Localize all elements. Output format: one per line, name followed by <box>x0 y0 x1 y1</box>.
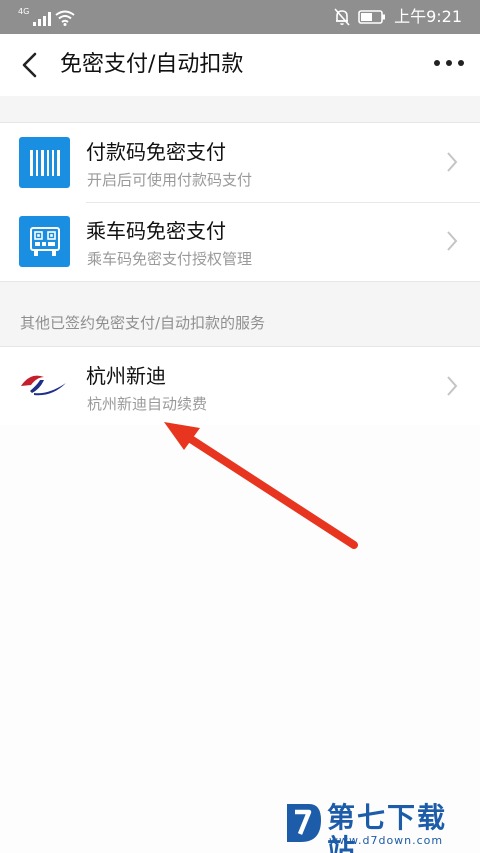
nav-bar: 免密支付/自动扣款 <box>0 34 480 96</box>
watermark: 第七下载站 www.d7down.com <box>283 800 473 853</box>
more-menu-button[interactable] <box>434 60 464 66</box>
chevron-right-icon <box>447 152 458 172</box>
wifi-icon <box>55 10 75 26</box>
status-bar: 4G 上午9:21 <box>0 0 480 34</box>
chevron-right-icon <box>447 231 458 251</box>
more-dots-icon <box>434 60 440 66</box>
hangzhou-xindi-logo <box>21 375 66 396</box>
barcode-icon <box>19 137 70 188</box>
list-item-hangzhou-xindi[interactable]: 杭州新迪 杭州新迪自动续费 <box>0 347 480 426</box>
battery-icon <box>358 10 386 24</box>
d7-logo-icon <box>287 804 321 842</box>
list-item-subtitle: 乘车码免密支付授权管理 <box>87 250 253 268</box>
list-item-payment-code[interactable]: 付款码免密支付 开启后可使用付款码支付 <box>0 123 480 202</box>
section-label-other-services: 其他已签约免密支付/自动扣款的服务 <box>20 314 266 332</box>
watermark-url: www.d7down.com <box>329 834 444 847</box>
other-services-list: 杭州新迪 杭州新迪自动续费 <box>0 346 480 427</box>
empty-content-area <box>0 425 480 853</box>
list-item-transit-code[interactable]: 乘车码免密支付 乘车码免密支付授权管理 <box>0 202 480 281</box>
list-item-title: 付款码免密支付 <box>86 140 226 164</box>
status-right: 上午9:21 <box>334 6 462 28</box>
status-left: 4G <box>18 8 75 26</box>
list-item-title: 乘车码免密支付 <box>86 219 226 243</box>
list-item-title: 杭州新迪 <box>86 364 166 388</box>
main-services-list: 付款码免密支付 开启后可使用付款码支付 乘车码免密支付 乘车码免密支付授权管理 <box>0 122 480 282</box>
status-time: 上午9:21 <box>394 7 462 26</box>
network-type: 4G <box>18 7 30 16</box>
page-title: 免密支付/自动扣款 <box>60 52 244 77</box>
mute-bell-icon <box>334 8 350 26</box>
chevron-right-icon <box>447 376 458 396</box>
signal-icon <box>33 12 52 26</box>
list-item-subtitle: 开启后可使用付款码支付 <box>87 171 253 189</box>
list-item-subtitle: 杭州新迪自动续费 <box>87 395 208 413</box>
qr-code-icon <box>19 216 70 267</box>
back-arrow-icon[interactable] <box>18 51 42 79</box>
